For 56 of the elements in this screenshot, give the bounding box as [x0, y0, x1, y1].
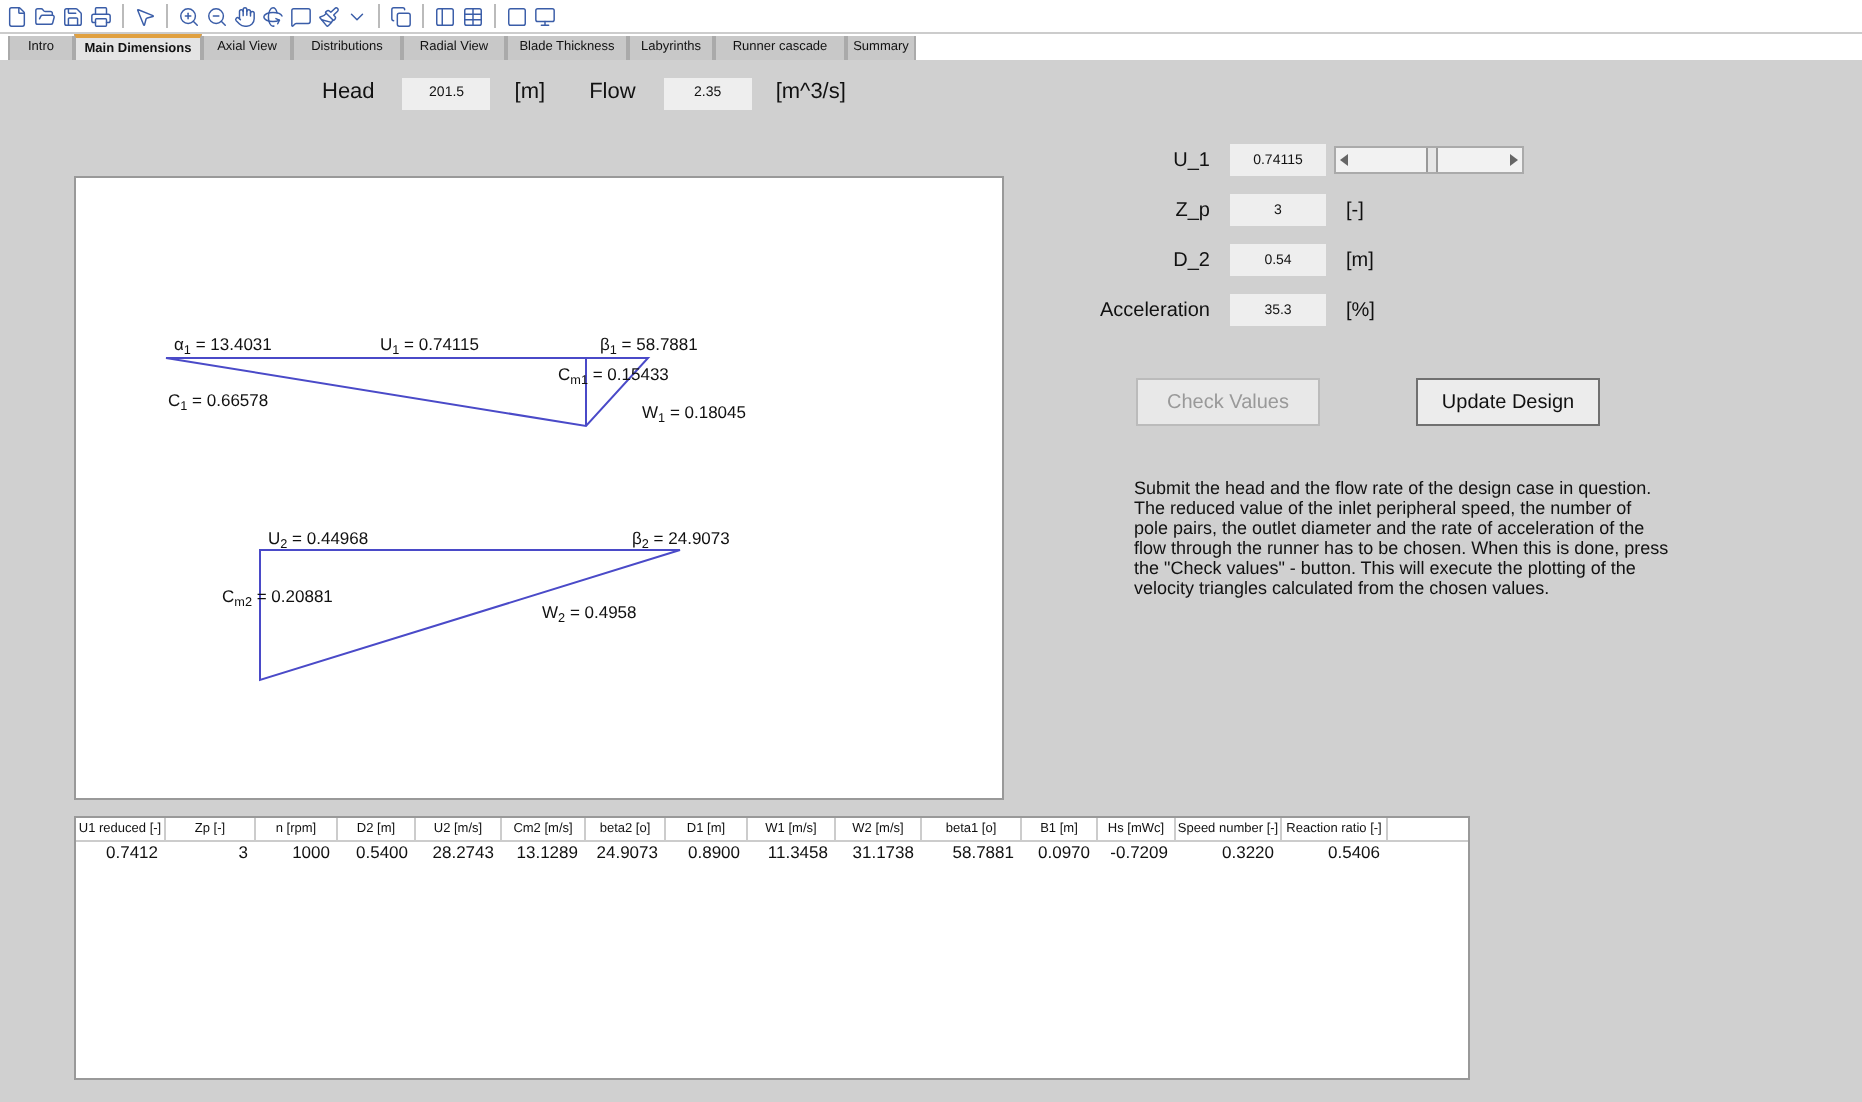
vector-label: β$_{1}$ = 58.7881 [600, 334, 698, 356]
field-label: Head [322, 78, 375, 109]
table-cell-text: 0.5400 [354, 842, 410, 864]
square-icon[interactable] [506, 5, 528, 27]
unit-label: [m] [1346, 247, 1374, 275]
table-cell-text: 11.3458 [765, 842, 830, 864]
table-cell-text: 0.8900 [686, 842, 742, 864]
unit-label: [%] [1346, 297, 1375, 325]
param-label: D_2 [1171, 247, 1210, 275]
slider[interactable] [1334, 146, 1524, 174]
vector-label: U$_{1}$ = 0.74115 [380, 334, 479, 356]
table-cell-text: 58.7881 [950, 842, 1016, 864]
zoom-in-icon[interactable] [178, 5, 200, 27]
table-cell-text: 1000 [290, 842, 332, 864]
unit-label: [m^3/s] [775, 78, 846, 109]
vector-label: W$_{1}$ = 0.18045 [642, 402, 746, 424]
colorbar-icon[interactable] [434, 5, 456, 27]
right-arrow-icon[interactable] [1510, 154, 1518, 166]
slider-thumb[interactable] [1425, 148, 1437, 172]
unit-label: [-] [1346, 197, 1364, 225]
folder-icon[interactable] [34, 5, 56, 27]
table-cell-text: -0.7209 [1108, 842, 1170, 864]
left-arrow-icon[interactable] [1340, 154, 1348, 166]
table-cell-text: 0.0970 [1036, 842, 1092, 864]
brush-icon[interactable] [318, 5, 340, 27]
window-icon[interactable] [534, 5, 556, 27]
vector-label: C$_{1}$ = 0.66578 [168, 390, 269, 412]
save-icon[interactable] [62, 5, 84, 27]
instructions-text: Submit the head and the flow rate of the design case in question. The reduced value of the inlet peripheral speed, the number of pole pairs, the outlet diameter and the rate of acceleration of the flow through the runner has to be chosen. When this is done, press the "Check values" - button. This will execute the plotting of the velocity triangles calculated from the chosen values. [1134, 478, 1670, 598]
new-file-icon[interactable] [6, 5, 28, 27]
data-tip-icon[interactable] [290, 5, 312, 27]
table-cell-text: 0.3220 [1220, 842, 1276, 864]
table-cell-text: 28.2743 [430, 842, 496, 864]
param-label: Z_p [1173, 197, 1210, 225]
table-cell-text: 0.7412 [104, 842, 160, 864]
table-cell-text: 24.9073 [594, 842, 660, 864]
vector-label: U$_{2}$ = 0.44968 [268, 528, 369, 550]
pointer-icon[interactable] [134, 5, 156, 27]
table-cell-text: 13.1289 [514, 842, 580, 864]
printer-icon[interactable] [90, 5, 112, 27]
table-cell-text: 31.1738 [850, 842, 916, 864]
table-cell-text: 3 [236, 842, 250, 864]
legend-icon[interactable] [462, 5, 484, 27]
vector-label: α$_{1}$ = 13.4031 [174, 334, 272, 356]
table-cell-text: 0.5406 [1326, 842, 1382, 864]
rotate-icon[interactable] [262, 5, 284, 27]
vector-label: W$_{2}$ = 0.4958 [542, 602, 637, 624]
zoom-out-icon[interactable] [206, 5, 228, 27]
param-label: Acceleration [1097, 297, 1210, 325]
action-button[interactable]: Update Design [1416, 378, 1600, 426]
field-label: Flow [589, 78, 636, 109]
copy-icon[interactable] [390, 5, 412, 27]
param-label: U_1 [1171, 147, 1210, 175]
unit-label: [m] [514, 78, 546, 109]
hand-icon[interactable] [234, 5, 256, 27]
vector-label: β$_{2}$ = 24.9073 [632, 528, 730, 550]
